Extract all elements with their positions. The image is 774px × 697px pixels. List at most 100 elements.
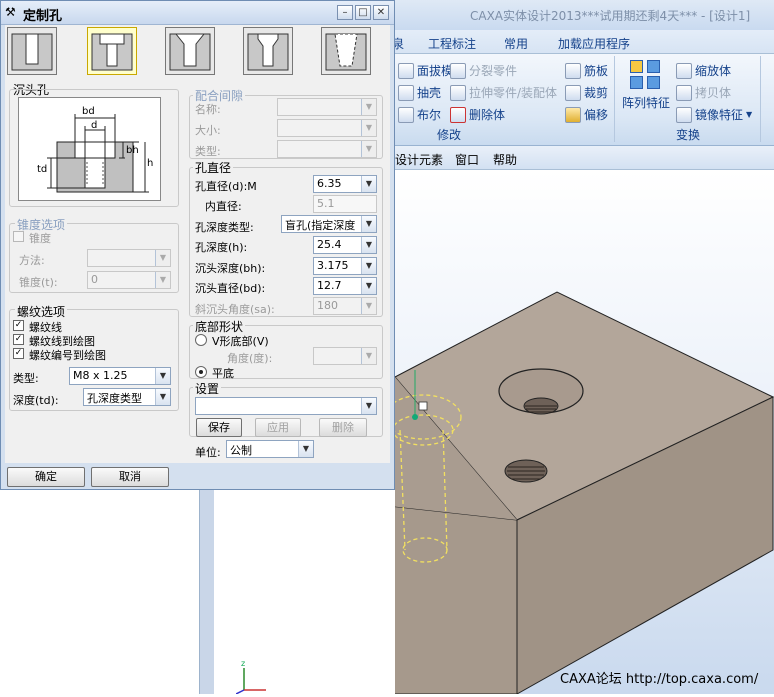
close-button[interactable]: ✕: [373, 5, 389, 20]
extrude-part-label: 拉伸零件/装配体: [469, 86, 558, 100]
thread-number-checkbox[interactable]: ✓: [13, 348, 24, 359]
menu-window[interactable]: 窗口: [455, 151, 479, 168]
face-draft-button[interactable]: 面拔模: [398, 62, 453, 79]
rib-button[interactable]: 筋板: [565, 62, 608, 79]
tab-common[interactable]: 常用: [504, 35, 528, 52]
thread-depth-select[interactable]: 孔深度类型 ▼: [83, 388, 171, 406]
mirror-feature-label: 镜像特征: [695, 108, 744, 122]
v-bottom-radio[interactable]: [195, 334, 207, 346]
ok-button[interactable]: 确定: [7, 467, 85, 487]
bore-depth-value: 3.175: [317, 259, 349, 272]
tapered-hole-icon: [325, 33, 367, 71]
bore-diameter-select[interactable]: 12.7 ▼: [313, 277, 377, 295]
taper-value-select[interactable]: 0 ▼: [87, 271, 171, 289]
cancel-button[interactable]: 取消: [91, 467, 169, 487]
fit-name-select[interactable]: ▼: [277, 98, 377, 116]
taper-method-label: 方法:: [19, 254, 45, 267]
panel-splitter[interactable]: [200, 488, 214, 694]
maximize-button[interactable]: □: [355, 5, 371, 20]
3d-model-view: z: [242, 291, 774, 695]
chevron-down-icon: ▼: [361, 298, 376, 314]
hole-type-countersink-bore-button[interactable]: [243, 27, 293, 75]
unit-value: 公制: [230, 444, 252, 457]
split-part-button[interactable]: 分裂零件: [450, 62, 517, 79]
hole-type-simple-button[interactable]: [7, 27, 57, 75]
simple-hole-icon: [11, 33, 53, 71]
scale-body-label: 缩放体: [695, 64, 732, 78]
hole-depth-value: 25.4: [317, 238, 342, 251]
chevron-down-icon: ▼: [361, 120, 376, 136]
sink-angle-select[interactable]: 180 ▼: [313, 297, 377, 315]
menu-design-elements[interactable]: 设计元素: [395, 151, 443, 168]
hole-diagram: bd d bh h td: [18, 97, 161, 201]
tab-annotation[interactable]: 工程标注: [428, 35, 476, 52]
extrude-part-icon: [450, 84, 466, 101]
diagram-label-d: d: [91, 120, 98, 131]
axis-triad-icon: z: [235, 659, 276, 695]
transform-group-label: 变换: [676, 128, 701, 142]
3d-viewport[interactable]: z: [242, 170, 774, 695]
thread-to-drawing-checkbox[interactable]: ✓: [13, 334, 24, 345]
hole-type-countersink-button[interactable]: [165, 27, 215, 75]
chevron-down-icon: ▼: [361, 398, 376, 414]
flat-bottom-radio[interactable]: [195, 366, 207, 378]
hole-anchor: [412, 414, 418, 420]
thread-depth-value: 孔深度类型: [87, 392, 142, 405]
dialog-title-bar[interactable]: ⚒ 定制孔 – □ ✕: [1, 1, 394, 25]
thread-type-select[interactable]: M8 x 1.25 ▼: [69, 367, 171, 385]
scale-body-button[interactable]: 缩放体: [676, 62, 731, 79]
settings-title: 设置: [193, 380, 222, 397]
hole-type-counterbore-button[interactable]: [87, 27, 137, 75]
bore-depth-label: 沉头深度(bh):: [195, 262, 266, 275]
boolean-label: 布尔: [417, 108, 442, 122]
save-button[interactable]: 保存: [196, 418, 242, 437]
array-feature-button[interactable]: 阵列特征: [622, 60, 670, 120]
unit-select[interactable]: 公制 ▼: [226, 440, 314, 458]
thread-line-checkbox[interactable]: ✓: [13, 320, 24, 331]
shell-icon: [398, 84, 414, 101]
angle-select[interactable]: ▼: [313, 347, 377, 365]
hole-depth-select[interactable]: 25.4 ▼: [313, 236, 377, 254]
delete-body-button[interactable]: 删除体: [450, 106, 505, 123]
minimize-button[interactable]: –: [337, 5, 353, 20]
counterbore-hole-icon: [91, 33, 133, 71]
chevron-down-icon: ▼: [746, 110, 753, 119]
trim-button[interactable]: 裁剪: [565, 84, 608, 101]
modify-group-label: 修改: [437, 128, 462, 142]
fit-type-select[interactable]: ▼: [277, 140, 377, 158]
app-title: CAXA实体设计2013***试用期还剩4天*** - [设计1]: [470, 9, 751, 23]
inner-diameter-field[interactable]: 5.1: [313, 195, 377, 213]
settings-select[interactable]: ▼: [195, 397, 377, 415]
trim-label: 裁剪: [584, 86, 609, 100]
taper-checkbox[interactable]: [13, 231, 24, 242]
fit-size-select[interactable]: ▼: [277, 119, 377, 137]
depth-type-select[interactable]: 盲孔(指定深度 ▼: [281, 215, 377, 233]
shell-button[interactable]: 抽壳: [398, 84, 441, 101]
tab-addins[interactable]: 加载应用程序: [558, 35, 630, 52]
bore-diameter-value: 12.7: [317, 279, 342, 292]
design-tree-panel[interactable]: [0, 488, 200, 694]
chevron-down-icon: ▼: [361, 99, 376, 115]
bore-depth-select[interactable]: 3.175 ▼: [313, 257, 377, 275]
rib-icon: [565, 62, 581, 79]
mirror-feature-button[interactable]: 镜像特征 ▼: [676, 106, 752, 123]
delete-body-icon: [450, 106, 466, 123]
hole-type-tapered-button[interactable]: [321, 27, 371, 75]
chevron-down-icon: ▼: [361, 216, 376, 232]
offset-button[interactable]: 偏移: [565, 106, 608, 123]
delete-button[interactable]: 删除: [319, 418, 367, 437]
split-part-label: 分裂零件: [469, 64, 518, 78]
menu-help[interactable]: 帮助: [493, 151, 517, 168]
apply-button[interactable]: 应用: [255, 418, 301, 437]
diagram-label-bd: bd: [82, 106, 95, 117]
copy-body-button[interactable]: 拷贝体: [676, 84, 731, 101]
chevron-down-icon: ▼: [361, 176, 376, 192]
diameter-title: 孔直径: [193, 159, 234, 176]
chevron-down-icon: ▼: [361, 278, 376, 294]
offset-label: 偏移: [584, 108, 609, 122]
boolean-button[interactable]: 布尔: [398, 106, 441, 123]
extrude-part-button[interactable]: 拉伸零件/装配体: [450, 84, 557, 101]
taper-method-select[interactable]: ▼: [87, 249, 171, 267]
boolean-icon: [398, 106, 414, 123]
hole-diameter-select[interactable]: 6.35 ▼: [313, 175, 377, 193]
